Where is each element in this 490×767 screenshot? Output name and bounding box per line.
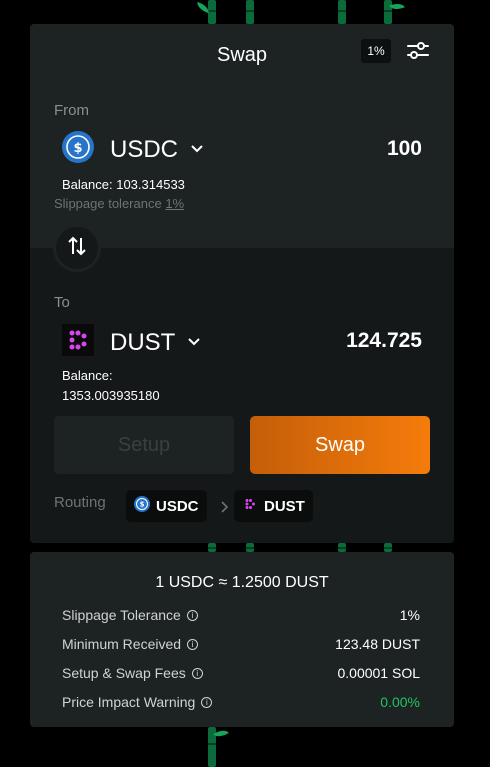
swap-button[interactable]: Swap (250, 416, 430, 474)
from-amount-input[interactable]: 100 (387, 137, 422, 161)
to-label: To (54, 294, 70, 311)
slippage-label: Slippage tolerance (54, 196, 162, 211)
swap-arrows-icon (66, 235, 88, 262)
slippage-badge[interactable]: 1% (361, 39, 391, 63)
info-row-slippage: Slippage Tolerance i 1% (62, 607, 420, 623)
info-icon[interactable]: i (186, 609, 198, 621)
swap-details-card: 1 USDC ≈ 1.2500 DUST Slippage Tolerance i… (30, 552, 454, 727)
slippage-link[interactable]: 1% (165, 196, 184, 211)
routing-label: Routing (54, 494, 106, 511)
info-value: 0.00001 SOL (337, 665, 420, 681)
route-token-usdc: USDC (156, 497, 199, 515)
chevron-down-icon (187, 334, 201, 352)
from-balance: Balance: 103.314533 (62, 175, 185, 195)
to-token-name: DUST (110, 328, 176, 356)
info-value: 123.48 DUST (335, 636, 420, 652)
info-icon[interactable]: i (191, 667, 203, 679)
info-label: Price Impact Warning (62, 694, 196, 710)
chevron-right-icon (220, 500, 230, 519)
slippage-line: Slippage tolerance 1% (54, 196, 184, 211)
sliders-icon[interactable] (406, 40, 430, 62)
route-chip-dust: DUST (234, 490, 313, 522)
info-row-minimum-received: Minimum Received i 123.48 DUST (62, 636, 420, 652)
dust-icon (242, 496, 258, 516)
info-label: Setup & Swap Fees (62, 665, 186, 681)
to-balance: Balance: 1353.003935180 (62, 366, 160, 406)
info-label: Slippage Tolerance (62, 607, 181, 623)
info-value: 1% (399, 607, 420, 623)
setup-button[interactable]: Setup (54, 416, 234, 474)
swap-card: Swap 1% From $ USDC 100 Balance: 103.314… (30, 24, 454, 543)
from-balance-value: 103.314533 (116, 177, 185, 192)
from-balance-label: Balance: (62, 177, 113, 192)
usdc-icon: $ (134, 496, 150, 516)
svg-text:$: $ (140, 501, 145, 509)
info-icon[interactable]: i (187, 638, 199, 650)
from-label: From (54, 102, 89, 119)
info-row-price-impact: Price Impact Warning i 0.00% (62, 694, 420, 710)
info-icon[interactable]: i (201, 696, 213, 708)
to-balance-label: Balance: (62, 368, 113, 383)
usdc-icon: $ (62, 131, 94, 168)
to-amount-output: 124.725 (346, 329, 422, 352)
route-chip-usdc: $ USDC (126, 490, 207, 522)
info-row-fees: Setup & Swap Fees i 0.00001 SOL (62, 665, 420, 681)
info-label: Minimum Received (62, 636, 182, 652)
exchange-rate: 1 USDC ≈ 1.2500 DUST (155, 574, 329, 591)
to-balance-value: 1353.003935180 (62, 388, 160, 403)
to-token-selector[interactable]: DUST (62, 324, 201, 361)
info-value: 0.00% (380, 694, 420, 710)
route-token-dust: DUST (264, 497, 305, 515)
from-token-selector[interactable]: $ USDC (62, 131, 204, 168)
svg-text:$: $ (73, 141, 82, 156)
switch-tokens-button[interactable] (53, 224, 101, 272)
dust-icon (62, 324, 94, 361)
chevron-down-icon (190, 141, 204, 159)
from-token-name: USDC (110, 135, 179, 163)
